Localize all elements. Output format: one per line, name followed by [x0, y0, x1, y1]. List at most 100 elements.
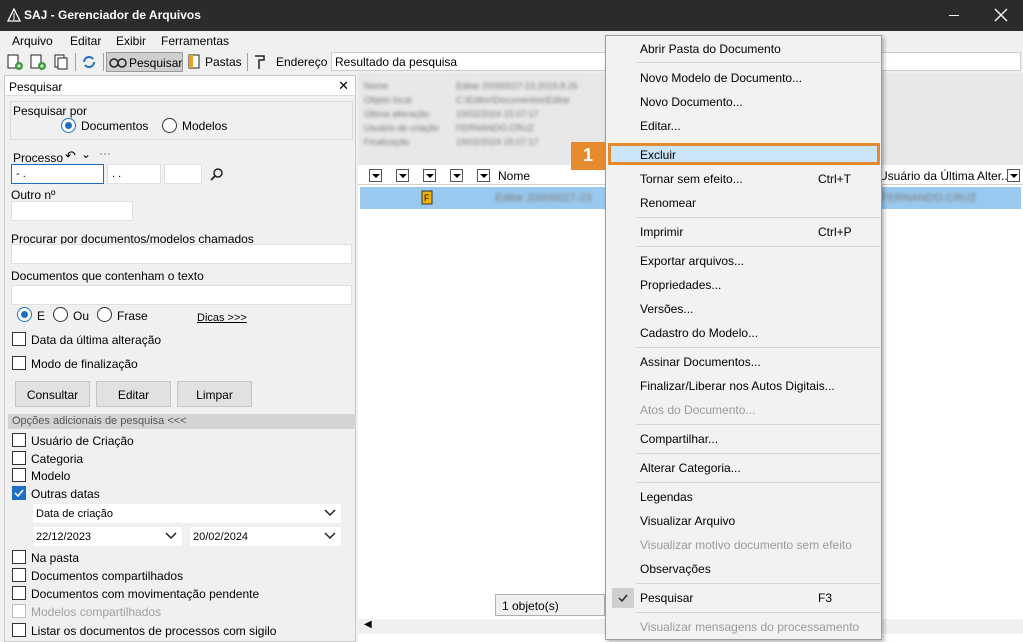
close-panel-icon[interactable]: ✕: [338, 78, 349, 94]
data-inicio-picker[interactable]: 22/12/2023: [32, 526, 183, 547]
radio-ou[interactable]: [53, 307, 68, 322]
editar-button[interactable]: Editar: [96, 381, 171, 407]
radio-documentos[interactable]: [61, 118, 76, 133]
menu-item-abrir-pasta[interactable]: Abrir Pasta do Documento: [640, 42, 781, 56]
menu-item-atos: Atos do Documento...: [640, 403, 756, 417]
processo-field-2[interactable]: . .: [107, 164, 161, 184]
checkbox-movimentacao-pendente[interactable]: [12, 586, 26, 600]
column-filter-dropdown[interactable]: [423, 169, 436, 182]
pastas-toolbar-button[interactable]: Pastas: [186, 52, 244, 72]
opcao-label: Modelo: [31, 469, 71, 483]
column-filter-dropdown[interactable]: [477, 169, 490, 182]
menu-item-finalizar[interactable]: Finalizar/Liberar nos Autos Digitais...: [640, 379, 835, 393]
menu-item-pesquisar[interactable]: Pesquisar: [640, 591, 693, 605]
menu-item-alterar-categoria[interactable]: Alterar Categoria...: [640, 461, 741, 475]
radio-frase[interactable]: [97, 307, 112, 322]
processo-field-3[interactable]: [164, 164, 202, 184]
checkbox-modo-finalizacao[interactable]: [12, 356, 26, 370]
menu-item-visualizar-arquivo[interactable]: Visualizar Arquivo: [640, 514, 735, 528]
menu-item-visualizar-motivo: Visualizar motivo documento sem efeito: [640, 538, 852, 552]
radio-modelos[interactable]: [162, 118, 177, 133]
new-model-icon[interactable]: [29, 53, 47, 71]
contenham-field[interactable]: [11, 285, 352, 305]
minimize-button[interactable]: [931, 0, 977, 31]
checkbox-data-ultima-label: Data da última alteração: [31, 333, 162, 347]
checkbox-modelos-compartilhados: [12, 604, 26, 618]
opcao-label: Modelos compartilhados: [31, 605, 162, 619]
checkbox-usuario-criacao[interactable]: [12, 433, 26, 447]
checkbox-compartilhados[interactable]: [12, 568, 26, 582]
data-tipo-select[interactable]: Data de criação: [32, 503, 342, 524]
app-logo-icon: [7, 8, 21, 22]
shortcut-f3: F3: [818, 591, 833, 605]
opcao-label: Outras datas: [31, 487, 100, 501]
menu-exibir[interactable]: Exibir: [116, 34, 146, 48]
data-inicio-value: 22/12/2023: [36, 531, 92, 543]
chevron-down-icon: [165, 532, 177, 540]
processo-field-1[interactable]: - .: [11, 164, 104, 184]
close-button[interactable]: [977, 0, 1023, 31]
checkbox-modelo[interactable]: [12, 468, 26, 482]
checkbox-data-ultima[interactable]: [12, 332, 26, 346]
minimize-icon: [949, 15, 959, 16]
menu-item-legendas[interactable]: Legendas: [640, 490, 693, 504]
menu-item-tornar-sem-efeito[interactable]: Tornar sem efeito...: [640, 172, 743, 186]
chevron-down-icon[interactable]: ⌄: [81, 147, 91, 161]
checkbox-categoria[interactable]: [12, 451, 26, 465]
more-options-icon[interactable]: ···: [99, 146, 111, 160]
new-document-icon[interactable]: [6, 53, 24, 71]
menu-item-novo-documento[interactable]: Novo Documento...: [640, 95, 743, 109]
menu-item-assinar[interactable]: Assinar Documentos...: [640, 355, 761, 369]
chevron-down-icon: [324, 532, 336, 540]
scroll-left-icon[interactable]: ◀: [364, 619, 372, 630]
menu-item-renomear[interactable]: Renomear: [640, 196, 696, 210]
checkmark-icon: [618, 594, 628, 603]
data-fim-picker[interactable]: 20/02/2024: [189, 526, 342, 547]
print-documents-icon[interactable]: [52, 53, 70, 71]
menu-ferramentas[interactable]: Ferramentas: [161, 34, 229, 48]
column-usuario[interactable]: Usuário da Última Alter...: [879, 169, 1011, 183]
procurar-field[interactable]: [11, 244, 352, 264]
menu-editar[interactable]: Editar: [70, 34, 101, 48]
opcoes-adicionais-header[interactable]: Opções adicionais de pesquisa <<<: [8, 414, 356, 429]
undo-arrow-icon[interactable]: ↶: [65, 148, 76, 164]
menu-item-exportar[interactable]: Exportar arquivos...: [640, 254, 744, 268]
contenham-label: Documentos que contenham o texto: [11, 269, 204, 283]
checkbox-processos-sigilo[interactable]: [12, 623, 26, 637]
menu-item-observacoes[interactable]: Observações: [640, 562, 711, 576]
pesquisar-toolbar-button[interactable]: Pesquisar: [106, 52, 183, 72]
checkbox-na-pasta[interactable]: [12, 550, 26, 564]
binoculars-icon: [109, 58, 127, 68]
menu-arquivo[interactable]: Arquivo: [12, 34, 53, 48]
column-filter-dropdown[interactable]: [369, 169, 382, 182]
endereco-label: Endereço: [276, 55, 328, 69]
search-icon[interactable]: [209, 167, 224, 182]
menu-item-propriedades[interactable]: Propriedades...: [640, 278, 721, 292]
column-filter-dropdown[interactable]: [1007, 169, 1020, 182]
checkbox-outras-datas[interactable]: [12, 486, 26, 500]
radio-e[interactable]: [17, 307, 32, 322]
outro-label: Outro nº: [11, 188, 56, 202]
column-filter-dropdown[interactable]: [396, 169, 409, 182]
status-count: 1 objeto(s): [495, 594, 605, 616]
opcao-label: Documentos com movimentação pendente: [31, 587, 260, 601]
search-panel-title: Pesquisar: [9, 80, 63, 94]
dicas-link[interactable]: Dicas >>>: [197, 312, 247, 324]
menu-item-novo-modelo[interactable]: Novo Modelo de Documento...: [640, 71, 802, 85]
menu-item-excluir[interactable]: Excluir: [640, 148, 676, 162]
menu-item-cadastro-modelo[interactable]: Cadastro do Modelo...: [640, 326, 758, 340]
limpar-button[interactable]: Limpar: [177, 381, 252, 407]
menu-item-versoes[interactable]: Versões...: [640, 302, 693, 316]
consultar-button[interactable]: Consultar: [15, 381, 90, 407]
pastas-label: Pastas: [205, 55, 242, 69]
column-nome[interactable]: Nome: [498, 169, 530, 183]
column-filter-dropdown[interactable]: [450, 169, 463, 182]
checkbox-modo-finalizacao-label: Modo de finalização: [31, 357, 138, 371]
pesquisar-por-label: Pesquisar por: [13, 104, 88, 118]
processo-label: Processo: [13, 151, 64, 165]
menu-item-editar[interactable]: Editar...: [640, 119, 681, 133]
outro-field[interactable]: [11, 201, 133, 221]
menu-item-imprimir[interactable]: Imprimir: [640, 225, 683, 239]
refresh-icon[interactable]: [80, 53, 98, 71]
menu-item-compartilhar[interactable]: Compartilhar...: [640, 432, 718, 446]
